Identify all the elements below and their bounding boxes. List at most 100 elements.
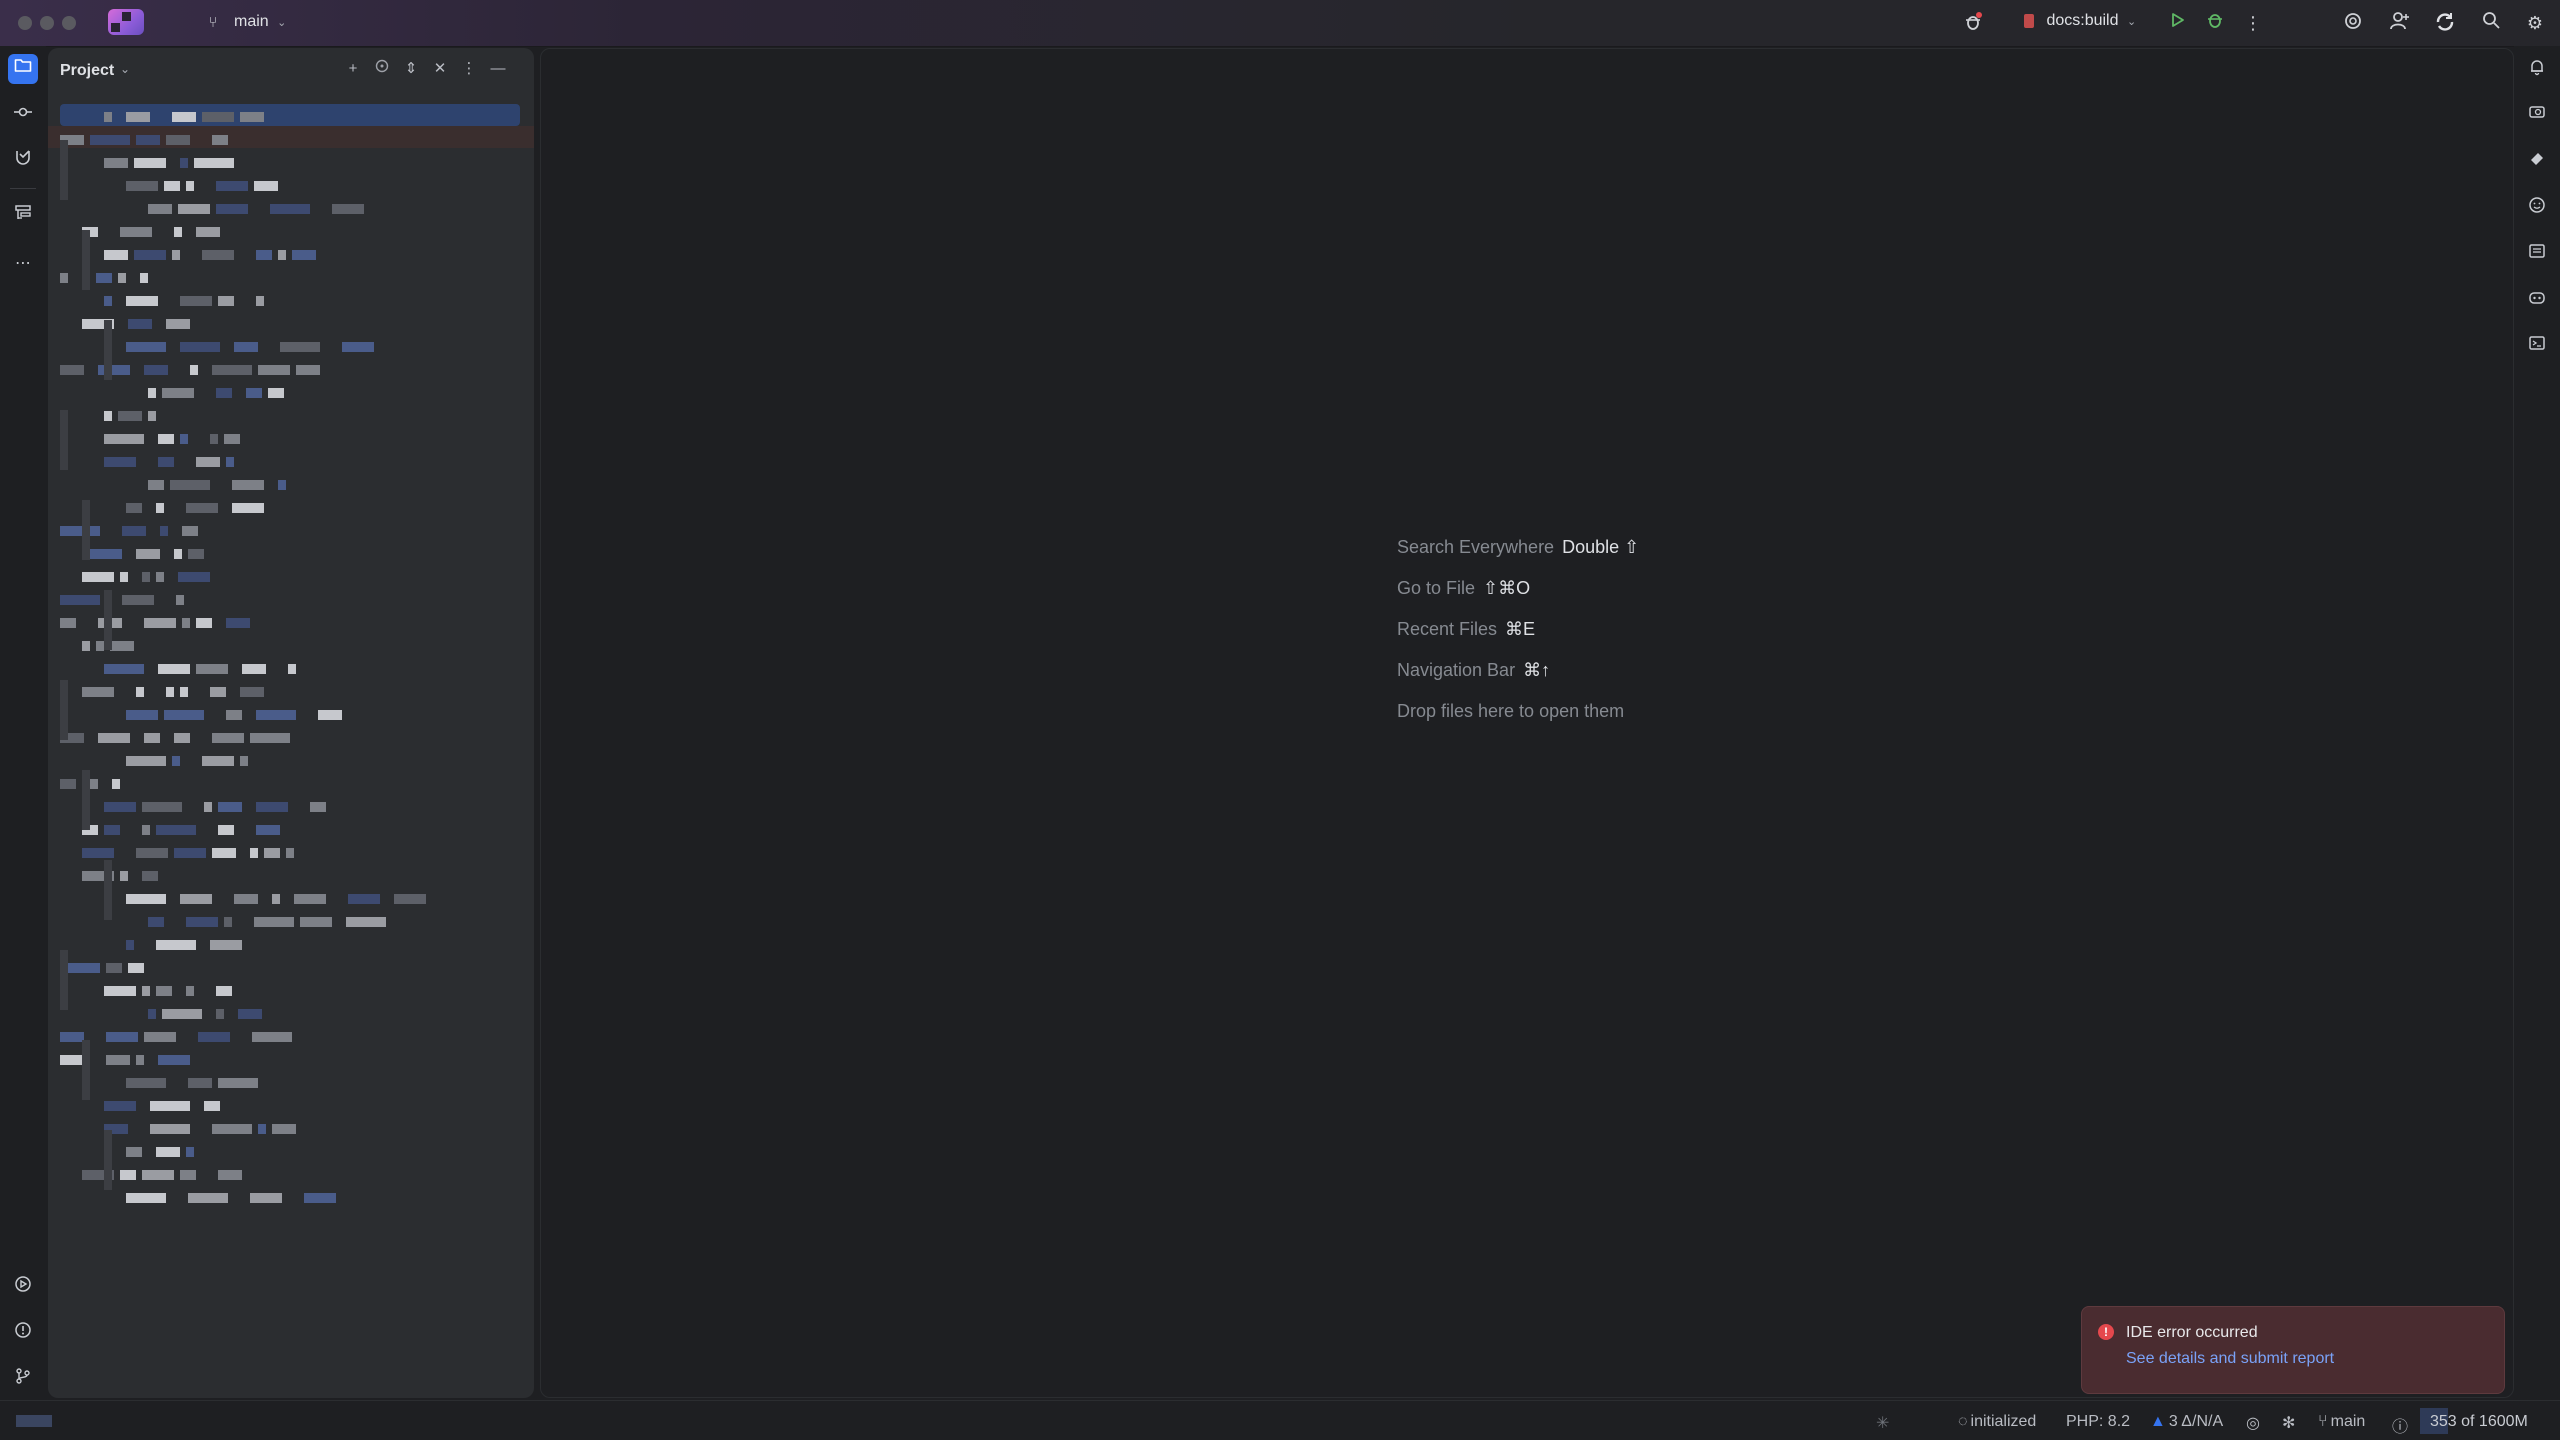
redacted-block bbox=[166, 687, 174, 697]
redacted-block bbox=[258, 1124, 266, 1134]
notifications-icon[interactable] bbox=[2524, 58, 2550, 84]
minimize-window-icon[interactable] bbox=[40, 16, 54, 30]
redacted-block bbox=[60, 365, 84, 375]
inspection-icon: ▲ bbox=[2150, 1413, 2166, 1430]
redacted-block bbox=[60, 526, 100, 536]
chevron-down-icon[interactable]: ⌄ bbox=[120, 62, 130, 76]
notification-title: IDE error occurred bbox=[2126, 1324, 2258, 1341]
close-window-icon[interactable] bbox=[18, 16, 32, 30]
git-icon[interactable] bbox=[8, 1366, 38, 1396]
redacted-block bbox=[196, 227, 220, 237]
redacted-block bbox=[166, 135, 190, 145]
structure-icon[interactable] bbox=[8, 203, 38, 233]
ai-assistant-icon[interactable] bbox=[2340, 10, 2366, 36]
redacted-block bbox=[246, 388, 262, 398]
zoom-window-icon[interactable] bbox=[62, 16, 76, 30]
collapse-icon[interactable]: ✕ bbox=[429, 58, 451, 80]
run-config-selector[interactable]: docs:build ⌄ bbox=[2024, 12, 2136, 34]
readonly-mask-icon[interactable]: ◎ bbox=[2246, 1413, 2260, 1433]
add-user-icon[interactable] bbox=[2386, 10, 2412, 36]
redacted-block bbox=[212, 135, 228, 145]
submit-report-link[interactable]: See details and submit report bbox=[2126, 1350, 2334, 1368]
ide-error-notification[interactable]: ! IDE error occurred See details and sub… bbox=[2081, 1306, 2505, 1394]
redacted-block bbox=[104, 664, 144, 674]
redacted-block bbox=[158, 1055, 190, 1065]
redacted-block bbox=[394, 894, 426, 904]
more-tools-icon[interactable]: ⋯ bbox=[8, 249, 38, 279]
locate-icon[interactable] bbox=[371, 58, 393, 80]
git-branch-widget[interactable]: ⑂ main bbox=[2318, 1413, 2365, 1431]
redacted-block bbox=[218, 802, 242, 812]
project-logo-icon[interactable] bbox=[108, 9, 144, 35]
add-icon[interactable]: + bbox=[342, 58, 364, 80]
tree-guide-line bbox=[104, 590, 112, 650]
redacted-block bbox=[332, 204, 364, 214]
left-tool-window-bar: ⋯ bbox=[0, 46, 46, 1400]
hint-label: Drop files here to open them bbox=[1397, 701, 1625, 721]
redacted-block bbox=[240, 687, 264, 697]
redacted-block bbox=[60, 1032, 84, 1042]
redacted-block bbox=[112, 779, 120, 789]
redacted-block bbox=[150, 1124, 190, 1134]
debug-bug-icon[interactable] bbox=[1960, 10, 1986, 36]
search-icon[interactable] bbox=[2478, 10, 2504, 36]
redacted-block bbox=[148, 480, 164, 490]
branch-icon[interactable]: ⑂ bbox=[204, 10, 222, 36]
inspections-label: 3 Δ/N/A bbox=[2168, 1413, 2224, 1430]
redacted-block bbox=[82, 641, 90, 651]
redacted-block bbox=[292, 250, 316, 260]
redacted-block bbox=[122, 526, 146, 536]
indexing-status[interactable]: ◌ initialized bbox=[1958, 1413, 2036, 1431]
redacted-block bbox=[106, 1032, 138, 1042]
redacted-block bbox=[258, 365, 290, 375]
redacted-block bbox=[180, 342, 220, 352]
tree-guide-line bbox=[60, 680, 68, 740]
redacted-block bbox=[218, 296, 234, 306]
ai-chat-icon[interactable] bbox=[2524, 104, 2550, 130]
status-branch-label: main bbox=[2330, 1413, 2366, 1430]
plugin-icon[interactable] bbox=[2524, 150, 2550, 176]
hide-icon[interactable]: — bbox=[487, 58, 509, 80]
settings-icon[interactable]: ⚙ bbox=[2522, 10, 2548, 36]
project-folder-icon[interactable] bbox=[8, 54, 38, 84]
redacted-block bbox=[300, 917, 332, 927]
pull-requests-icon[interactable] bbox=[8, 146, 38, 176]
copilot-icon[interactable] bbox=[2524, 288, 2550, 314]
redacted-block bbox=[198, 1032, 230, 1042]
sync-icon[interactable] bbox=[2432, 10, 2458, 36]
expand-icon[interactable]: ⇕ bbox=[400, 58, 422, 80]
redacted-block bbox=[158, 664, 190, 674]
redacted-block bbox=[238, 1009, 262, 1019]
redacted-block bbox=[126, 940, 134, 950]
terminal-icon[interactable] bbox=[2524, 334, 2550, 360]
project-file-tree[interactable] bbox=[48, 100, 534, 1290]
problems-icon[interactable] bbox=[8, 1320, 38, 1350]
breadcrumb-placeholder[interactable] bbox=[16, 1415, 52, 1427]
database-icon[interactable] bbox=[2524, 242, 2550, 268]
debug-icon[interactable] bbox=[2202, 10, 2228, 36]
redacted-block bbox=[212, 1124, 252, 1134]
redacted-block bbox=[204, 802, 212, 812]
php-version[interactable]: PHP: 8.2 bbox=[2066, 1413, 2130, 1431]
redacted-block bbox=[294, 894, 326, 904]
redacted-block bbox=[256, 802, 288, 812]
run-icon[interactable] bbox=[2164, 10, 2190, 36]
hint-shortcut: ⌘↑ bbox=[1523, 660, 1551, 680]
options-icon[interactable]: ⋮ bbox=[458, 58, 480, 80]
debug-status-icon[interactable]: ✻ bbox=[2282, 1413, 2295, 1433]
redacted-block bbox=[128, 319, 152, 329]
commit-icon[interactable] bbox=[8, 100, 38, 130]
hint-recent-files: Recent Files ⌘E bbox=[1397, 615, 1639, 656]
warning-icon[interactable]: ⓘ bbox=[2392, 1413, 2408, 1437]
redacted-block bbox=[98, 733, 130, 743]
branch-selector[interactable]: main ⌄ bbox=[234, 13, 286, 31]
emoji-icon[interactable] bbox=[2524, 196, 2550, 222]
services-icon[interactable] bbox=[8, 1274, 38, 1304]
hint-shortcut: ⌘E bbox=[1505, 619, 1536, 639]
inspections-status[interactable]: ▲ 3 Δ/N/A bbox=[2150, 1413, 2223, 1431]
memory-indicator[interactable]: 353 of 1600M bbox=[2420, 1408, 2548, 1434]
redacted-block bbox=[186, 917, 218, 927]
project-panel-title[interactable]: Project bbox=[60, 62, 114, 80]
more-icon[interactable]: ⋮ bbox=[2240, 10, 2266, 36]
redacted-block bbox=[82, 848, 114, 858]
